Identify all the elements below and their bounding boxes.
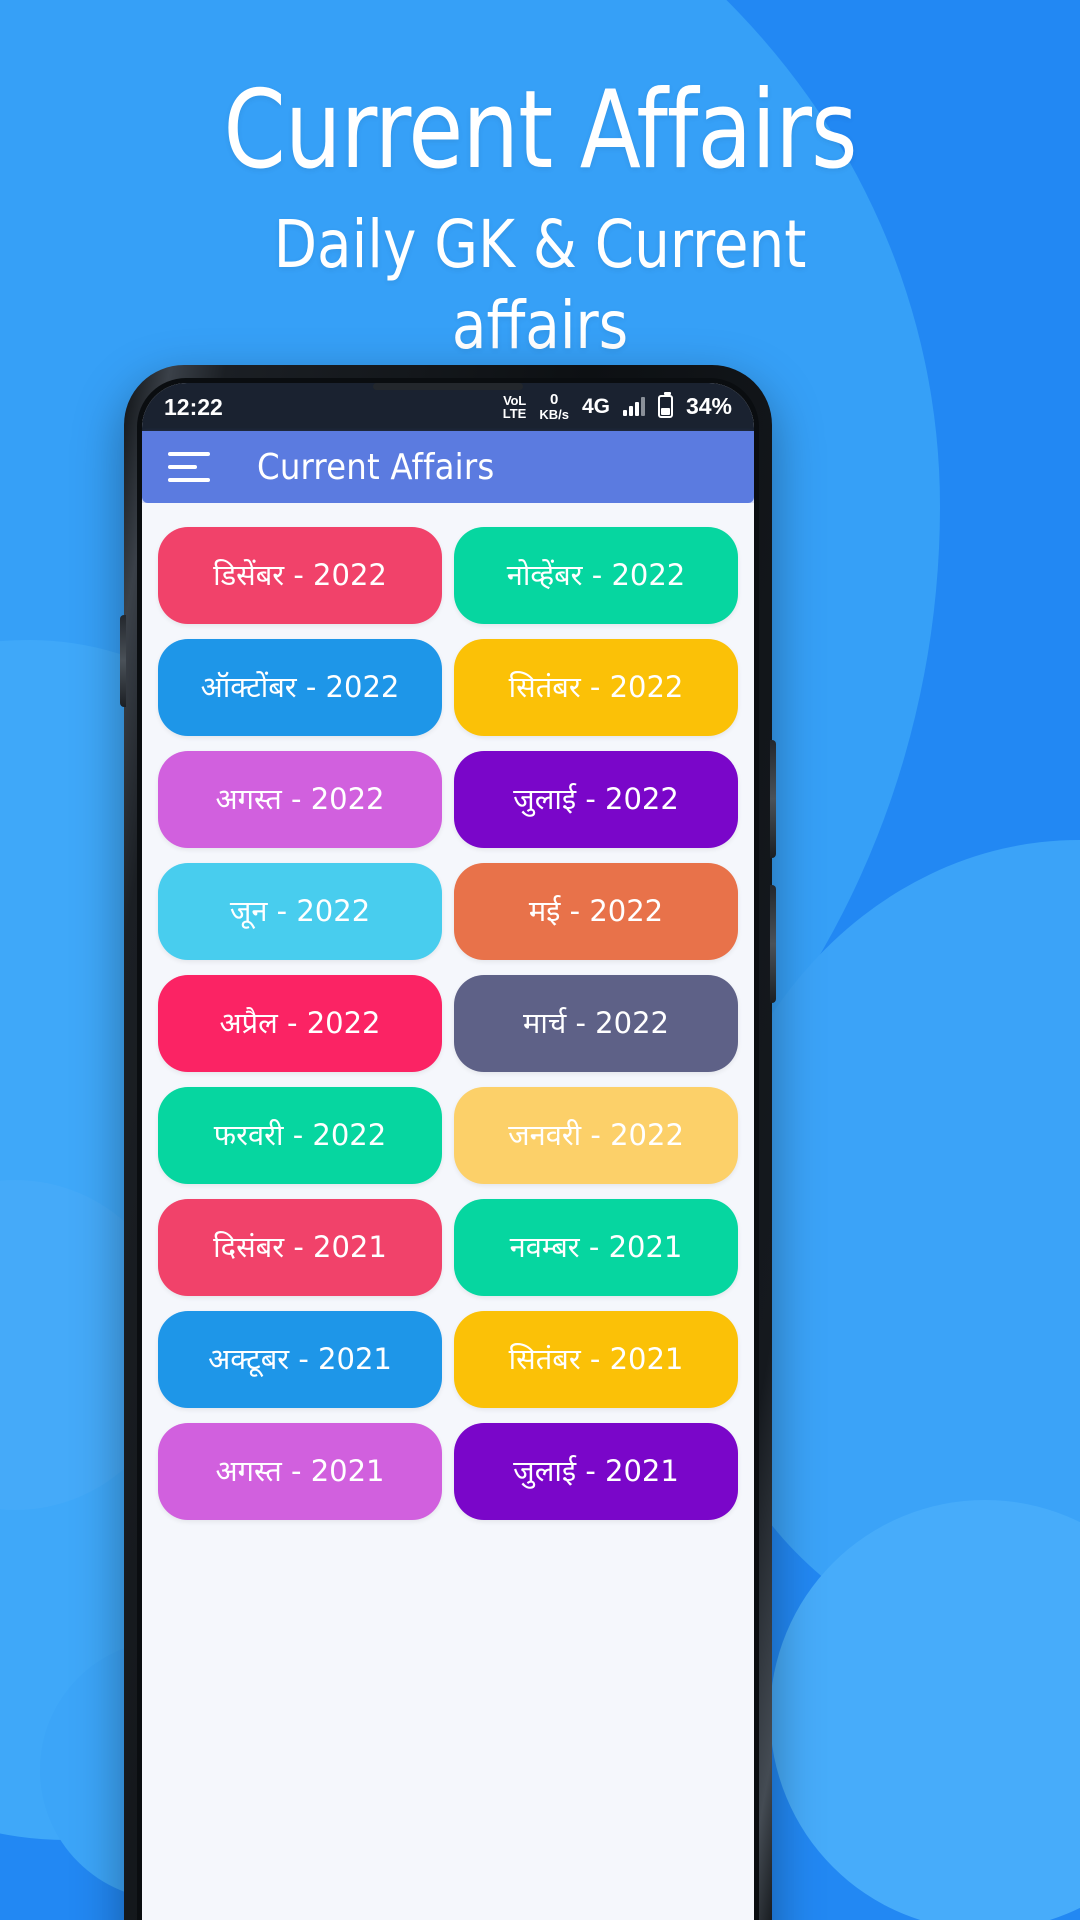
app-bar-title: Current Affairs (257, 446, 495, 488)
month-button[interactable]: जनवरी - 2022 (454, 1087, 738, 1184)
month-button[interactable]: फरवरी - 2022 (158, 1087, 442, 1184)
month-button[interactable]: मार्च - 2022 (454, 975, 738, 1072)
month-grid: डिसेंबर - 2022 नोव्हेंबर - 2022 ऑक्टोंबर -… (158, 527, 738, 1520)
side-key-left (120, 615, 126, 707)
month-button[interactable]: ऑक्टोंबर - 2022 (158, 639, 442, 736)
hamburger-menu-icon[interactable] (168, 452, 210, 482)
month-button[interactable]: मई - 2022 (454, 863, 738, 960)
month-button[interactable]: डिसेंबर - 2022 (158, 527, 442, 624)
month-button[interactable]: दिसंबर - 2021 (158, 1199, 442, 1296)
phone-screen: 12:22 VoL LTE 0 KB/s 4G 34% Current Affa… (142, 383, 754, 1920)
month-button[interactable]: नवम्बर - 2021 (454, 1199, 738, 1296)
status-bar: 12:22 VoL LTE 0 KB/s 4G 34% (142, 383, 754, 431)
month-button[interactable]: अक्टूबर - 2021 (158, 1311, 442, 1408)
phone-bezel: 12:22 VoL LTE 0 KB/s 4G 34% Current Affa… (137, 378, 759, 1920)
data-speed-indicator: 0 KB/s (539, 392, 569, 421)
volume-button (770, 740, 776, 858)
month-button[interactable]: नोव्हेंबर - 2022 (454, 527, 738, 624)
month-button[interactable]: सितंबर - 2022 (454, 639, 738, 736)
power-button (770, 885, 776, 1003)
month-button[interactable]: अप्रैल - 2022 (158, 975, 442, 1072)
hero-subtitle: Daily GK & Current affairs (273, 206, 807, 364)
month-button[interactable]: जुलाई - 2022 (454, 751, 738, 848)
network-type-label: 4G (581, 394, 610, 418)
hero-section: Current Affairs Daily GK & Current affai… (0, 74, 1080, 366)
battery-percentage: 34% (685, 393, 732, 420)
battery-icon (657, 392, 673, 419)
status-bar-clock: 12:22 (164, 393, 223, 420)
hero-title: Current Affairs (223, 68, 857, 193)
volte-label-bottom: LTE (502, 405, 527, 421)
phone-mockup: 12:22 VoL LTE 0 KB/s 4G 34% Current Affa… (120, 365, 776, 1920)
data-speed-unit: KB/s (539, 407, 569, 423)
month-button[interactable]: अगस्त - 2022 (158, 751, 442, 848)
data-speed-value: 0 (549, 391, 559, 409)
month-button[interactable]: जुलाई - 2021 (454, 1423, 738, 1520)
month-button[interactable]: अगस्त - 2021 (158, 1423, 442, 1520)
month-button[interactable]: जून - 2022 (158, 863, 442, 960)
volte-icon: VoL LTE (503, 394, 527, 420)
earpiece-speaker-icon (373, 383, 523, 390)
app-bar: Current Affairs (142, 431, 754, 503)
month-list-container[interactable]: डिसेंबर - 2022 नोव्हेंबर - 2022 ऑक्टोंबर -… (142, 503, 754, 1920)
month-button[interactable]: सितंबर - 2021 (454, 1311, 738, 1408)
signal-bars-icon (622, 397, 645, 417)
status-bar-indicators: VoL LTE 0 KB/s 4G 34% (503, 392, 732, 421)
